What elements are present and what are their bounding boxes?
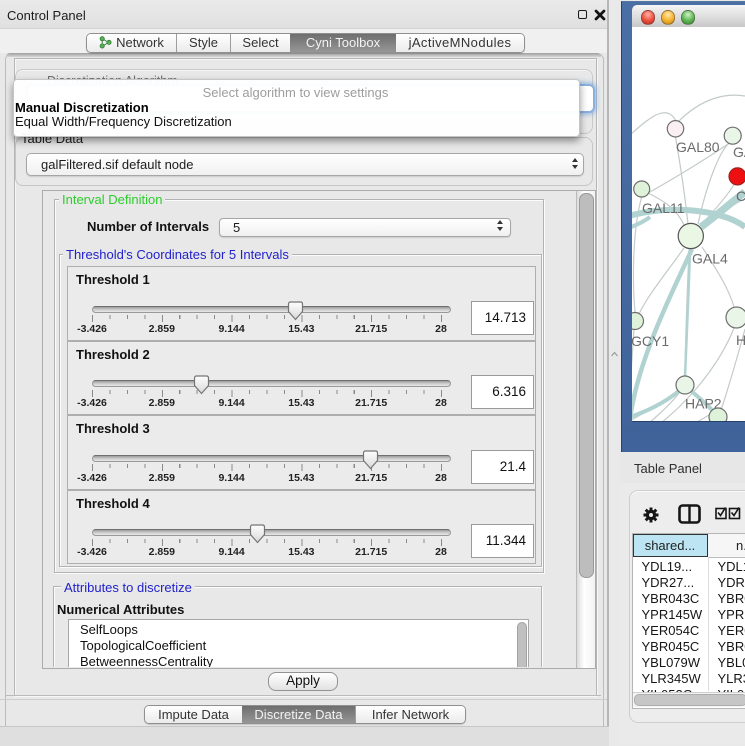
svg-text:GAL11: GAL11 bbox=[642, 200, 685, 216]
svg-text:H: H bbox=[736, 332, 745, 348]
svg-text:GAL4: GAL4 bbox=[692, 251, 728, 267]
svg-text:GCY1: GCY1 bbox=[632, 333, 669, 349]
svg-text:GAL80: GAL80 bbox=[676, 139, 720, 155]
svg-text:C: C bbox=[736, 188, 745, 204]
svg-text:GA: GA bbox=[733, 144, 745, 160]
svg-text:HAP2: HAP2 bbox=[685, 396, 722, 412]
